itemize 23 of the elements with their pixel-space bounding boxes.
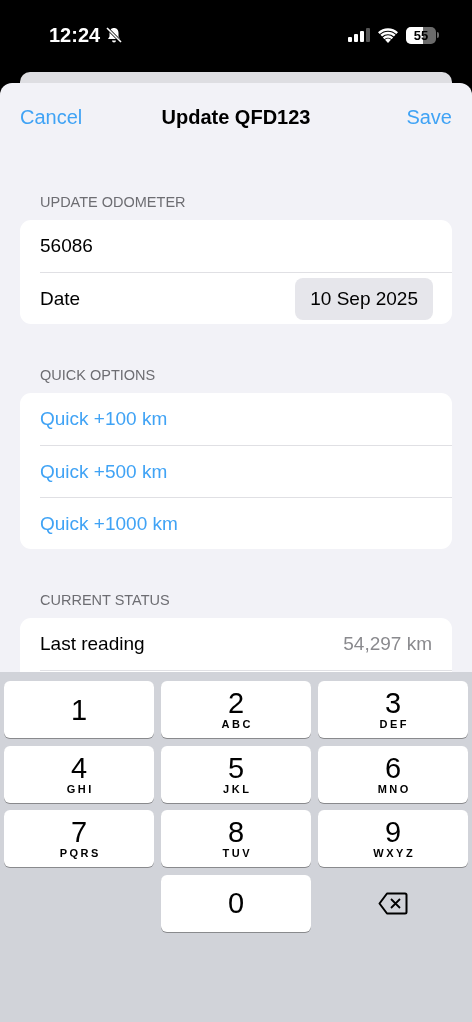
clock-time: 12:24 xyxy=(49,23,101,47)
number-key[interactable]: 4 GHI xyxy=(4,745,154,803)
number-key[interactable]: 8 TUV xyxy=(161,810,311,867)
row-label: Last reading xyxy=(40,633,145,654)
odometer-field[interactable]: 56086 xyxy=(40,235,432,257)
number-key[interactable]: 9 WXYZ xyxy=(318,810,468,867)
signal-icon xyxy=(348,28,370,42)
number-key[interactable]: 3 DEF xyxy=(318,681,468,738)
wifi-icon xyxy=(378,27,398,43)
section-header: UPDATE ODOMETER xyxy=(40,194,186,210)
section-header: QUICK OPTIONS xyxy=(40,367,156,383)
number-key[interactable]: 7 PQRS xyxy=(4,810,154,867)
date-picker[interactable]: 10 Sep 2025 xyxy=(295,277,433,320)
number-key[interactable]: 6 MNO xyxy=(318,745,468,803)
row-label: Date xyxy=(40,287,81,309)
number-key[interactable]: 0 xyxy=(161,874,311,932)
number-key[interactable]: 2 ABC xyxy=(161,681,311,738)
number-key[interactable]: 5 JKL xyxy=(161,745,311,803)
backspace-icon[interactable] xyxy=(378,891,408,915)
sheet-title: Update QFD123 xyxy=(161,105,311,128)
section-header: CURRENT STATUS xyxy=(40,592,170,608)
row-value: 54,297 km xyxy=(343,633,432,655)
number-key[interactable]: 1 xyxy=(4,681,154,738)
